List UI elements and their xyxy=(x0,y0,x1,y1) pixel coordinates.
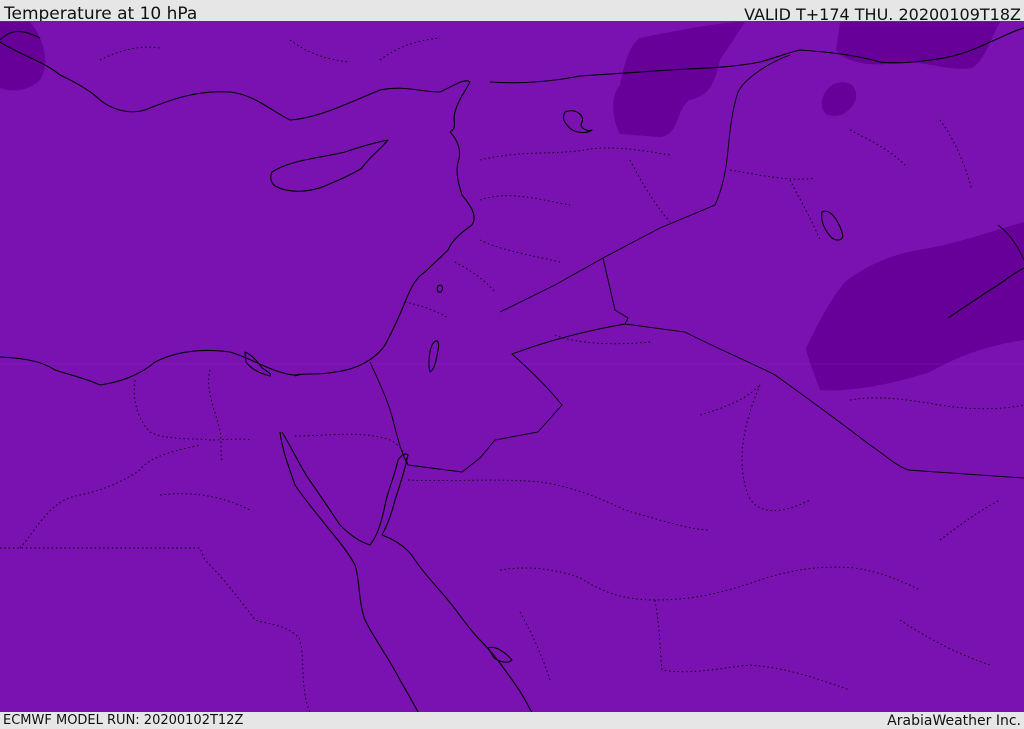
map-panel xyxy=(0,21,1024,712)
temperature-map xyxy=(0,21,1024,712)
footer-bar: ECMWF MODEL RUN: 20200102T12Z ArabiaWeat… xyxy=(0,712,1024,729)
credit-label: ArabiaWeather Inc. xyxy=(887,713,1021,729)
header-bar: Temperature at 10 hPa VALID T+174 THU. 2… xyxy=(0,0,1024,24)
model-run-label: ECMWF MODEL RUN: 20200102T12Z xyxy=(3,713,244,728)
